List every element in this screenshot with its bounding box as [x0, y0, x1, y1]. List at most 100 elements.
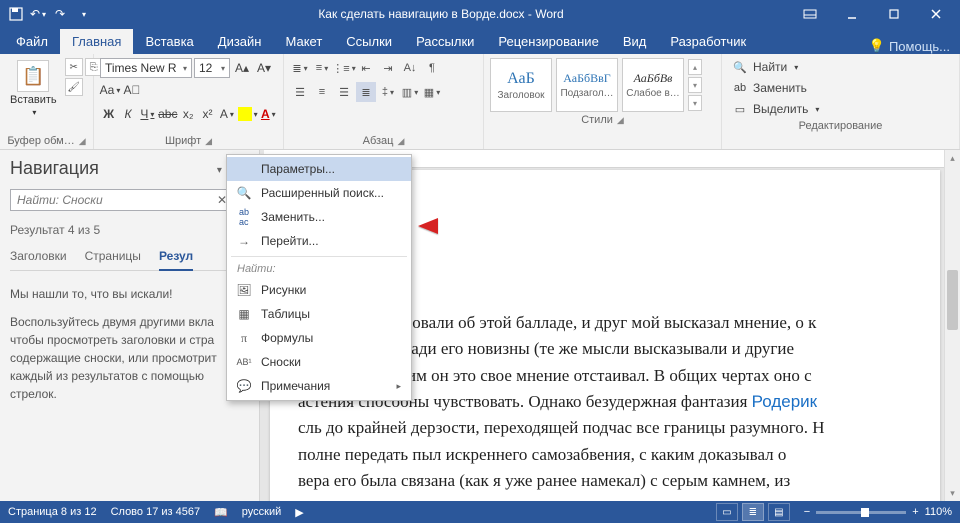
multilevel-icon[interactable]: ⋮≡▾	[334, 58, 354, 78]
dialog-launcher-icon[interactable]: ◢	[79, 136, 86, 147]
tab-layout[interactable]: Макет	[273, 29, 334, 54]
borders-icon[interactable]: ▦▾	[422, 82, 442, 102]
replace-button[interactable]: abЗаменить	[728, 79, 953, 97]
styles-scroll-down-icon[interactable]: ▾	[688, 77, 702, 93]
tab-file[interactable]: Файл	[4, 29, 60, 54]
dd-advanced-find[interactable]: 🔍 Расширенный поиск...	[227, 181, 411, 205]
nav-search-input[interactable]	[11, 193, 212, 207]
redo-icon[interactable]: ↷	[52, 6, 68, 22]
dd-pictures[interactable]: 🖼 Рисунки	[227, 278, 411, 302]
minimize-button[interactable]	[832, 0, 872, 28]
scroll-up-icon[interactable]: ▴	[945, 150, 960, 166]
grow-font-icon[interactable]: A▴	[232, 58, 252, 78]
text-effects-icon[interactable]: A▾	[218, 104, 235, 124]
strike-button[interactable]: abc	[158, 104, 177, 124]
nav-result-count: Результат 4 из 5	[10, 223, 249, 237]
font-group-label: Шрифт	[165, 135, 201, 147]
undo-icon[interactable]: ↶▾	[30, 6, 46, 22]
qat-customize-icon[interactable]: ▾	[76, 6, 92, 22]
ribbon-display-icon[interactable]	[790, 0, 830, 28]
highlight-icon[interactable]: ▾	[238, 104, 258, 124]
paste-button[interactable]: 📋 Вставить ▾	[6, 58, 61, 119]
shrink-font-icon[interactable]: A▾	[254, 58, 274, 78]
zoom-slider[interactable]	[816, 511, 906, 514]
dd-footnotes[interactable]: AB¹ Сноски	[227, 350, 411, 374]
bullets-icon[interactable]: ≣▾	[290, 58, 310, 78]
styles-more-icon[interactable]: ▾	[688, 95, 702, 111]
show-marks-icon[interactable]: ¶	[422, 58, 442, 78]
maximize-button[interactable]	[874, 0, 914, 28]
dialog-launcher-icon[interactable]: ◢	[397, 136, 404, 147]
view-web-icon[interactable]: ▤	[768, 503, 790, 521]
nav-tab-headings[interactable]: Заголовки	[10, 245, 67, 270]
dd-goto[interactable]: → Перейти...	[227, 229, 411, 253]
line-spacing-icon[interactable]: ‡▾	[378, 82, 398, 102]
style-heading[interactable]: АаБ Заголовок	[490, 58, 552, 112]
sort-icon[interactable]: A↓	[400, 58, 420, 78]
align-left-icon[interactable]: ☰	[290, 82, 310, 102]
dd-replace[interactable]: abac Заменить...	[227, 205, 411, 229]
scroll-down-icon[interactable]: ▾	[945, 485, 960, 501]
dialog-launcher-icon[interactable]: ◢	[617, 115, 624, 126]
clear-format-icon[interactable]: A⃠	[122, 80, 142, 100]
bold-button[interactable]: Ж	[100, 104, 117, 124]
zoom-in-icon[interactable]: +	[912, 506, 918, 518]
view-read-icon[interactable]: ▭	[716, 503, 738, 521]
style-subheading[interactable]: АаБбВвГ Подзагол…	[556, 58, 618, 112]
subscript-button[interactable]: x₂	[179, 104, 196, 124]
tab-home[interactable]: Главная	[60, 29, 133, 54]
statusbar: Страница 8 из 12 Слово 17 из 4567 📖 русс…	[0, 501, 960, 523]
numbering-icon[interactable]: ≡▾	[312, 58, 332, 78]
justify-icon[interactable]: ≣	[356, 82, 376, 102]
nav-tab-results[interactable]: Резул	[159, 245, 193, 271]
shading-icon[interactable]: ▥▾	[400, 82, 420, 102]
style-subtle[interactable]: АаБбВв Слабое в…	[622, 58, 684, 112]
proofing-icon[interactable]: 📖	[214, 506, 228, 519]
zoom-level[interactable]: 110%	[925, 506, 952, 518]
decrease-indent-icon[interactable]: ⇤	[356, 58, 376, 78]
dd-formulas[interactable]: π Формулы	[227, 326, 411, 350]
tab-references[interactable]: Ссылки	[334, 29, 404, 54]
tab-developer[interactable]: Разработчик	[658, 29, 758, 54]
format-painter-icon[interactable]: 🖌	[65, 78, 83, 96]
search-dropdown-menu: Параметры... 🔍 Расширенный поиск... abac…	[226, 154, 412, 401]
dd-options[interactable]: Параметры...	[227, 157, 411, 181]
select-button[interactable]: ▭Выделить▾	[728, 100, 953, 118]
font-family-combo[interactable]: Times New R▾	[100, 58, 192, 78]
tab-view[interactable]: Вид	[611, 29, 659, 54]
macro-icon[interactable]: ▶	[295, 506, 303, 519]
font-color-icon[interactable]: A▾	[260, 104, 277, 124]
align-right-icon[interactable]: ☰	[334, 82, 354, 102]
zoom-out-icon[interactable]: −	[804, 506, 810, 518]
view-print-icon[interactable]: ≣	[742, 503, 764, 521]
change-case-icon[interactable]: Aa▾	[100, 80, 120, 100]
superscript-button[interactable]: x²	[199, 104, 216, 124]
tab-review[interactable]: Рецензирование	[486, 29, 610, 54]
tell-me[interactable]: 💡 Помощь...	[859, 38, 960, 54]
nav-body-hint: Воспользуйтесь двумя другими вкла чтобы …	[10, 313, 249, 403]
tab-insert[interactable]: Вставка	[133, 29, 205, 54]
font-size-combo[interactable]: 12▾	[194, 58, 230, 78]
nav-search-box[interactable]: ✕ ▾	[10, 189, 249, 211]
styles-scroll-up-icon[interactable]: ▴	[688, 59, 702, 75]
increase-indent-icon[interactable]: ⇥	[378, 58, 398, 78]
tab-mailings[interactable]: Рассылки	[404, 29, 486, 54]
dialog-launcher-icon[interactable]: ◢	[205, 136, 212, 147]
tab-design[interactable]: Дизайн	[206, 29, 274, 54]
italic-button[interactable]: К	[119, 104, 136, 124]
vertical-scrollbar[interactable]: ▴ ▾	[944, 150, 960, 501]
dd-tables[interactable]: ▦ Таблицы	[227, 302, 411, 326]
dd-comments[interactable]: 💬 Примечания ▸	[227, 374, 411, 398]
close-button[interactable]	[916, 0, 956, 28]
scroll-thumb[interactable]	[947, 270, 958, 330]
save-icon[interactable]	[8, 6, 24, 22]
align-center-icon[interactable]: ≡	[312, 82, 332, 102]
cut-icon[interactable]: ✂	[65, 58, 83, 76]
find-button[interactable]: 🔍Найти▾	[728, 58, 953, 76]
underline-button[interactable]: Ч▾	[139, 104, 156, 124]
nav-dropdown-icon[interactable]: ▾	[217, 165, 222, 176]
status-page[interactable]: Страница 8 из 12	[8, 506, 97, 518]
nav-tab-pages[interactable]: Страницы	[85, 245, 141, 270]
status-words[interactable]: Слово 17 из 4567	[111, 506, 201, 518]
status-language[interactable]: русский	[242, 506, 281, 518]
